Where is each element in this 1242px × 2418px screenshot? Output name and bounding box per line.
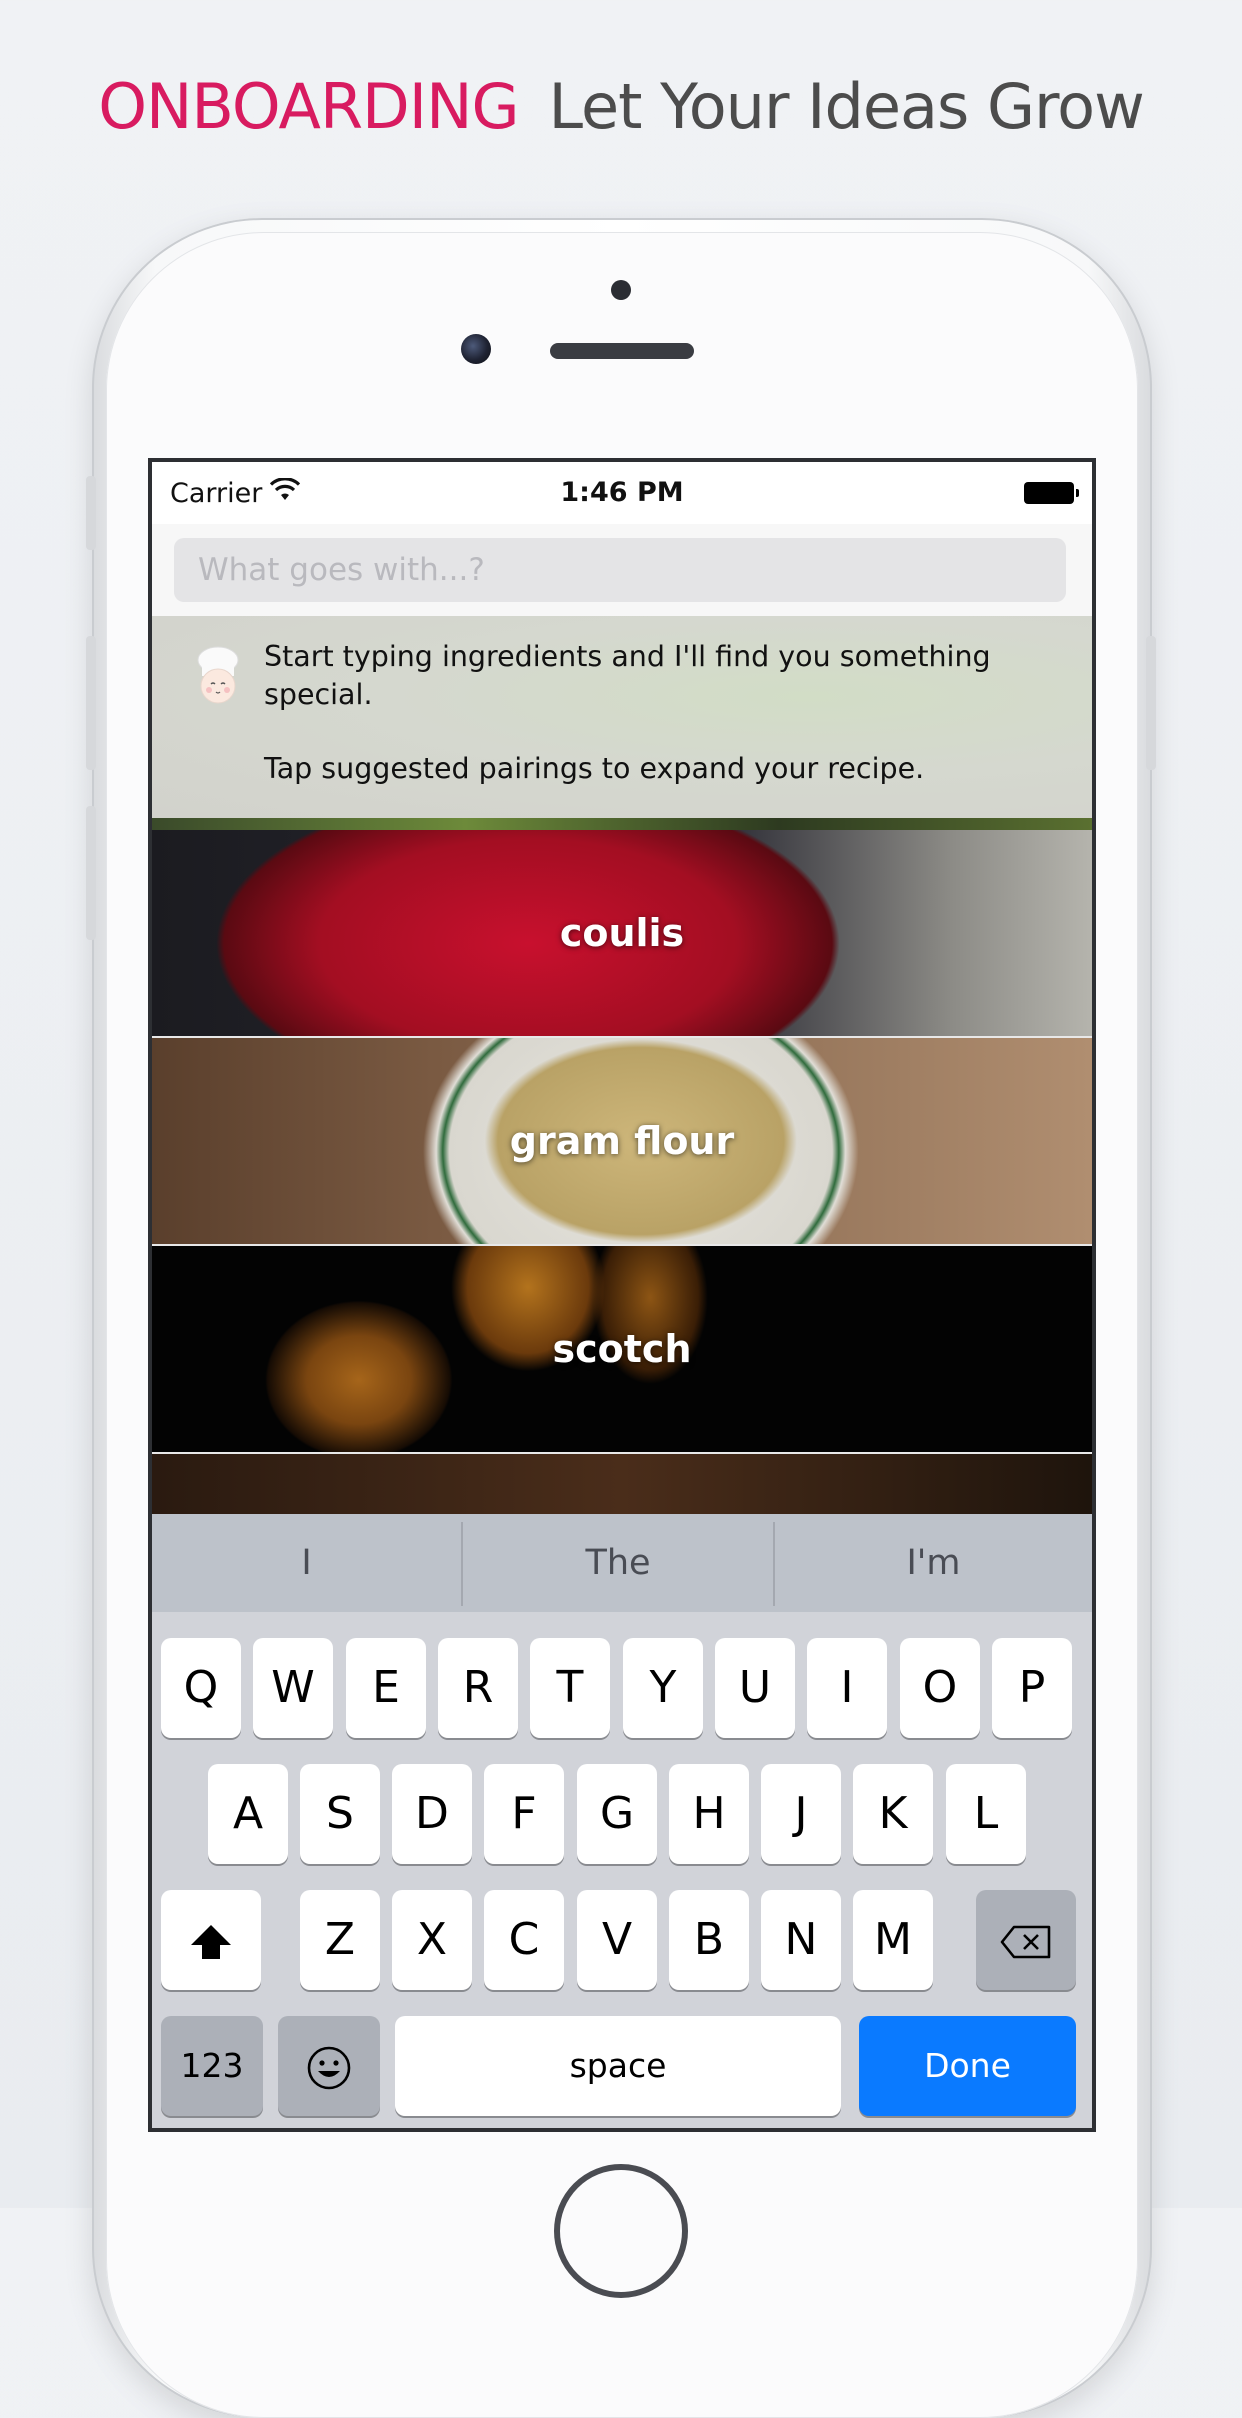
pairing-label: gram flour	[509, 1119, 735, 1163]
key-f[interactable]: F	[484, 1764, 564, 1864]
key-d[interactable]: D	[392, 1764, 472, 1864]
key-c[interactable]: C	[484, 1890, 564, 1990]
emoji-icon	[306, 2040, 352, 2091]
search-input[interactable]	[174, 538, 1066, 602]
key-t[interactable]: T	[530, 1638, 610, 1738]
key-v[interactable]: V	[577, 1890, 657, 1990]
key-u[interactable]: U	[715, 1638, 795, 1738]
suggestion-1[interactable]: I	[152, 1514, 461, 1612]
chef-icon	[196, 646, 240, 704]
search-bar	[152, 524, 1092, 616]
key-k[interactable]: K	[853, 1764, 933, 1864]
onboarding-line-2: Tap suggested pairings to expand your re…	[264, 752, 925, 785]
key-j[interactable]: J	[761, 1764, 841, 1864]
key-s[interactable]: S	[300, 1764, 380, 1864]
key-g[interactable]: G	[577, 1764, 657, 1864]
backspace-key[interactable]	[976, 1890, 1076, 1990]
proximity-sensor	[611, 280, 631, 300]
shift-icon	[189, 1914, 233, 1965]
space-key[interactable]: space	[395, 2016, 841, 2116]
pairing-label: coulis	[559, 911, 685, 955]
key-y[interactable]: Y	[623, 1638, 703, 1738]
key-i[interactable]: I	[807, 1638, 887, 1738]
clock: 1:46 PM	[560, 477, 684, 508]
front-camera	[461, 334, 491, 364]
pairing-row[interactable]: coulis	[152, 830, 1092, 1038]
key-r[interactable]: R	[438, 1638, 518, 1738]
headline: ONBOARDING Let Your Ideas Grow	[0, 70, 1242, 143]
key-l[interactable]: L	[946, 1764, 1026, 1864]
key-e[interactable]: E	[346, 1638, 426, 1738]
silent-switch	[86, 476, 96, 550]
home-button[interactable]	[554, 2164, 688, 2298]
key-h[interactable]: H	[669, 1764, 749, 1864]
pairing-row[interactable]: scotch	[152, 1246, 1092, 1454]
pairing-row[interactable]: gram flour	[152, 1038, 1092, 1246]
shift-key[interactable]	[161, 1890, 261, 1990]
emoji-key[interactable]	[278, 2016, 380, 2116]
onboarding-banner: Start typing ingredients and I'll find y…	[152, 616, 1092, 818]
status-bar: Carrier 1:46 PM	[152, 462, 1092, 524]
suggestion-2[interactable]: The	[463, 1514, 773, 1612]
pairing-row-partial	[152, 818, 1092, 830]
predictive-bar: I The I'm	[152, 1514, 1092, 1612]
power-button	[1146, 636, 1156, 770]
headline-tag: ONBOARDING	[98, 70, 519, 143]
app-screen: Carrier 1:46 PM Start typing ingredients…	[152, 462, 1092, 2128]
key-a[interactable]: A	[208, 1764, 288, 1864]
key-o[interactable]: O	[900, 1638, 980, 1738]
key-x[interactable]: X	[392, 1890, 472, 1990]
suggestion-3[interactable]: I'm	[775, 1514, 1092, 1612]
pairing-label: scotch	[552, 1327, 692, 1371]
key-q[interactable]: Q	[161, 1638, 241, 1738]
volume-down-button	[86, 806, 96, 940]
headline-subtitle: Let Your Ideas Grow	[548, 70, 1145, 143]
key-m[interactable]: M	[853, 1890, 933, 1990]
volume-up-button	[86, 636, 96, 770]
numbers-key[interactable]: 123	[161, 2016, 263, 2116]
done-key[interactable]: Done	[859, 2016, 1076, 2116]
onboarding-line-1: Start typing ingredients and I'll find y…	[264, 640, 991, 711]
keyboard: I The I'm Q W E R T Y U I O P A S D F G …	[152, 1514, 1092, 2128]
battery-icon	[1024, 482, 1079, 504]
backspace-icon	[1000, 1914, 1052, 1965]
key-n[interactable]: N	[761, 1890, 841, 1990]
key-b[interactable]: B	[669, 1890, 749, 1990]
earpiece-speaker	[550, 343, 694, 359]
key-z[interactable]: Z	[300, 1890, 380, 1990]
key-w[interactable]: W	[253, 1638, 333, 1738]
key-p[interactable]: P	[992, 1638, 1072, 1738]
